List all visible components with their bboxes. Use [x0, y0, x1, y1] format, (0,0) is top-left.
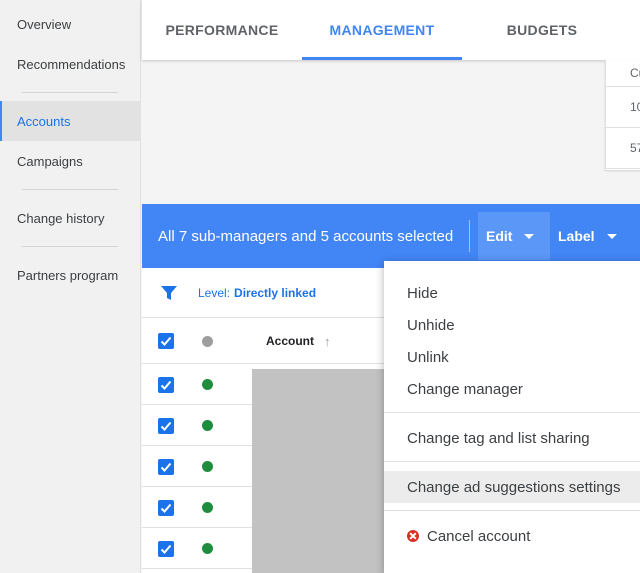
row-checkbox[interactable]: [158, 500, 174, 516]
tab-budgets[interactable]: BUDGETS: [482, 0, 602, 60]
partial-table-header: Cu: [606, 60, 640, 87]
check-icon: [160, 380, 172, 390]
account-column-header[interactable]: Account ↑: [266, 318, 331, 364]
edit-dropdown-menu: Hide Unhide Unlink Change manager Change…: [384, 261, 640, 573]
tab-performance[interactable]: PERFORMANCE: [162, 0, 282, 60]
tab-management[interactable]: MANAGEMENT: [302, 0, 462, 60]
menu-item-cancel-account[interactable]: Cancel account: [384, 520, 640, 552]
check-icon: [160, 503, 172, 513]
redacted-account-names: [252, 369, 385, 573]
row-checkbox[interactable]: [158, 377, 174, 393]
status-enabled-icon: [202, 543, 213, 554]
menu-divider: [384, 510, 640, 511]
sort-up-icon: ↑: [324, 333, 331, 349]
check-icon: [160, 421, 172, 431]
sidebar-item-partners-program[interactable]: Partners program: [0, 255, 141, 295]
row-checkbox[interactable]: [158, 418, 174, 434]
menu-item-unlink[interactable]: Unlink: [384, 341, 640, 373]
chevron-down-icon: [524, 233, 535, 239]
filter-prefix: Level:: [198, 286, 231, 300]
sidebar-divider: [22, 92, 118, 93]
menu-item-unhide[interactable]: Unhide: [384, 309, 640, 341]
sidebar: Overview Recommendations Accounts Campai…: [0, 0, 141, 573]
selection-summary: All 7 sub-managers and 5 accounts select…: [158, 227, 454, 245]
sidebar-item-change-history[interactable]: Change history: [0, 198, 141, 238]
chevron-down-icon: [606, 233, 617, 239]
label-button-label: Label: [558, 228, 595, 244]
status-enabled-icon: [202, 502, 213, 513]
edit-button-label: Edit: [486, 228, 513, 244]
sidebar-item-recommendations[interactable]: Recommendations: [0, 44, 141, 84]
selection-bar-divider: [469, 220, 470, 252]
sidebar-divider: [22, 246, 118, 247]
menu-item-change-ad-suggestions-settings[interactable]: Change ad suggestions settings: [384, 471, 640, 503]
filter-value: Directly linked: [234, 286, 317, 300]
menu-item-change-manager[interactable]: Change manager: [384, 373, 640, 405]
sidebar-divider: [22, 189, 118, 190]
row-checkbox[interactable]: [158, 541, 174, 557]
tab-bar: PERFORMANCE MANAGEMENT BUDGETS: [142, 0, 640, 60]
partial-table: Cu 10 57: [605, 60, 640, 170]
cancel-icon: [407, 530, 419, 542]
menu-item-cancel-account-label: Cancel account: [427, 527, 531, 545]
status-enabled-icon: [202, 379, 213, 390]
menu-item-change-tag-and-list-sharing[interactable]: Change tag and list sharing: [384, 422, 640, 454]
partial-table-cell: 57: [606, 128, 640, 169]
partial-table-cell: 10: [606, 87, 640, 128]
menu-divider: [384, 412, 640, 413]
status-header-icon: [202, 336, 213, 347]
sidebar-item-overview[interactable]: Overview: [0, 4, 141, 44]
sidebar-item-accounts[interactable]: Accounts: [0, 101, 141, 141]
select-all-checkbox[interactable]: [158, 333, 174, 349]
filter-icon[interactable]: [160, 284, 178, 302]
row-checkbox[interactable]: [158, 459, 174, 475]
label-button[interactable]: Label: [550, 212, 620, 260]
menu-divider: [384, 461, 640, 462]
check-icon: [160, 544, 172, 554]
selection-bar: All 7 sub-managers and 5 accounts select…: [142, 204, 640, 268]
account-column-label: Account: [266, 334, 314, 348]
status-enabled-icon: [202, 420, 213, 431]
sidebar-item-campaigns[interactable]: Campaigns: [0, 141, 141, 181]
check-icon: [160, 462, 172, 472]
check-icon: [160, 336, 172, 346]
status-enabled-icon: [202, 461, 213, 472]
filter-chip[interactable]: Level: Directly linked: [198, 268, 316, 318]
app-root: Overview Recommendations Accounts Campai…: [0, 0, 640, 573]
menu-item-hide[interactable]: Hide: [384, 277, 640, 309]
edit-button[interactable]: Edit: [478, 212, 550, 260]
